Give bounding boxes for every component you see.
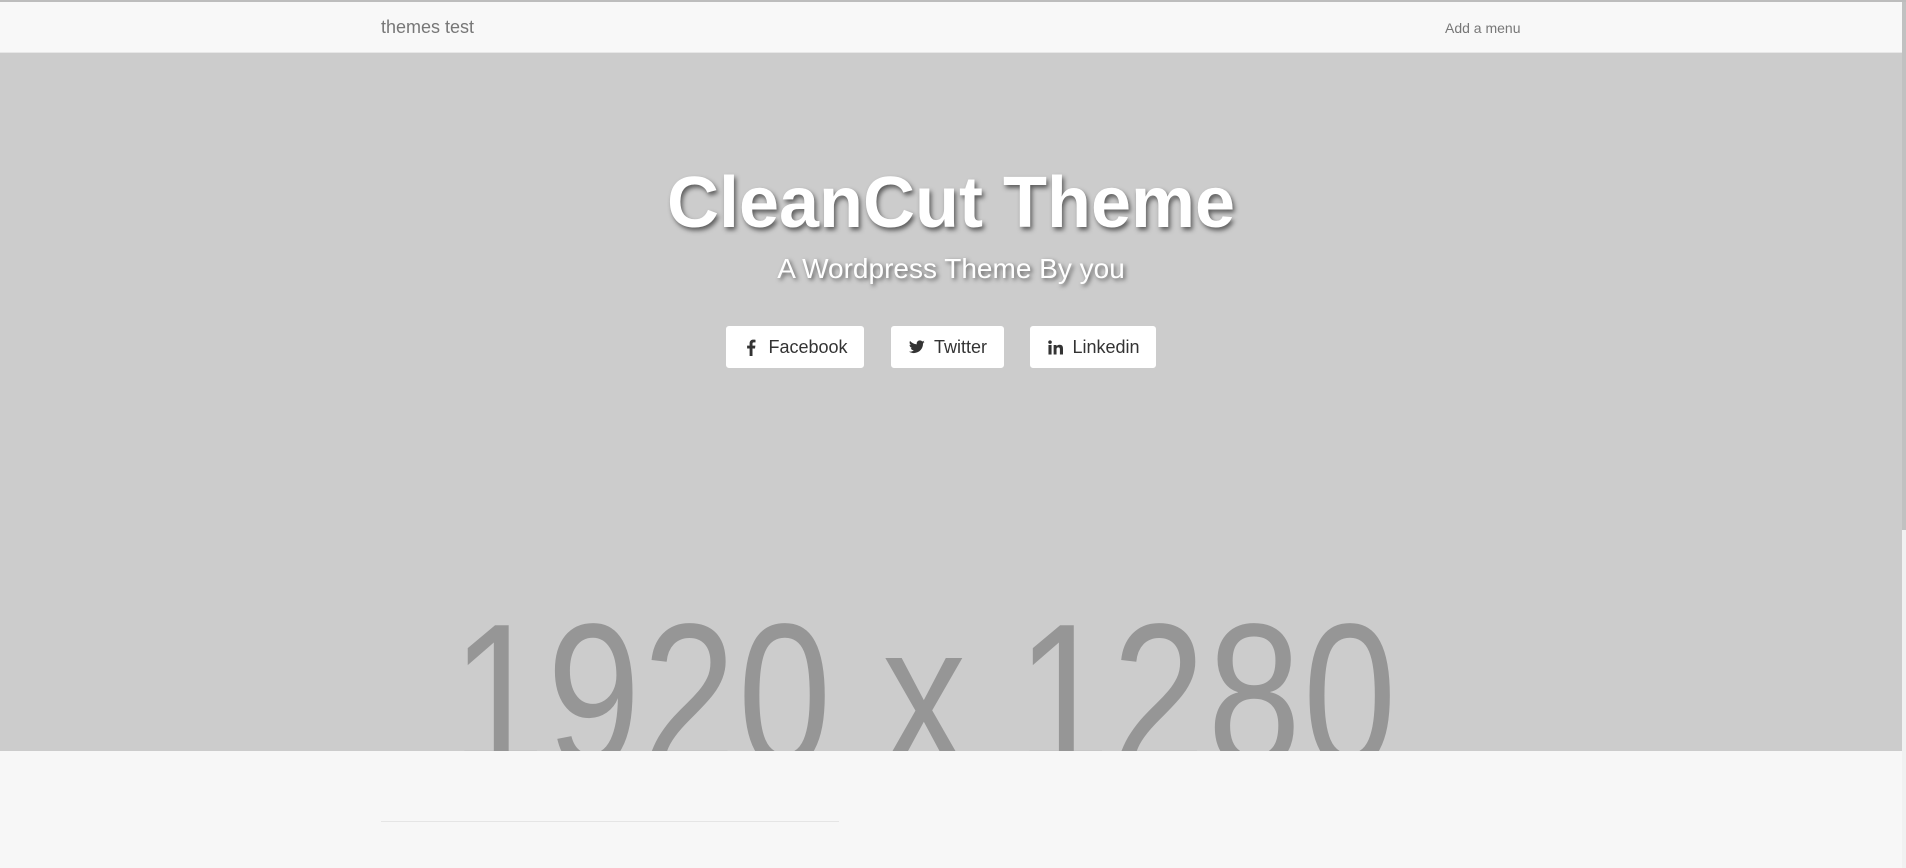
twitter-button-label: Twitter: [933, 336, 987, 357]
linkedin-icon: [1046, 338, 1064, 356]
site-brand-link[interactable]: themes test: [381, 17, 474, 38]
hero-title: CleanCut Theme: [666, 163, 1236, 243]
facebook-button-label: Facebook: [768, 336, 848, 357]
add-menu-link[interactable]: Add a menu: [1445, 20, 1521, 36]
facebook-icon: [742, 338, 760, 356]
twitter-button[interactable]: Twitter: [890, 325, 1005, 369]
linkedin-button[interactable]: Linkedin: [1029, 325, 1157, 369]
twitter-icon: [908, 338, 926, 356]
navbar: themes test Add a menu: [0, 2, 1906, 53]
linkedin-button-label: Linkedin: [1072, 336, 1140, 357]
hero-banner: 1920 x 1280 CleanCut Theme A Wordpress T…: [0, 53, 1902, 751]
hero-subtitle: A Wordpress Theme By you: [777, 253, 1125, 284]
facebook-button[interactable]: Facebook: [725, 325, 865, 369]
placeholder-image-dimensions: 1920 x 1280: [451, 580, 1399, 751]
scrollbar-thumb[interactable]: [1902, 2, 1906, 530]
content-divider: [381, 821, 839, 822]
